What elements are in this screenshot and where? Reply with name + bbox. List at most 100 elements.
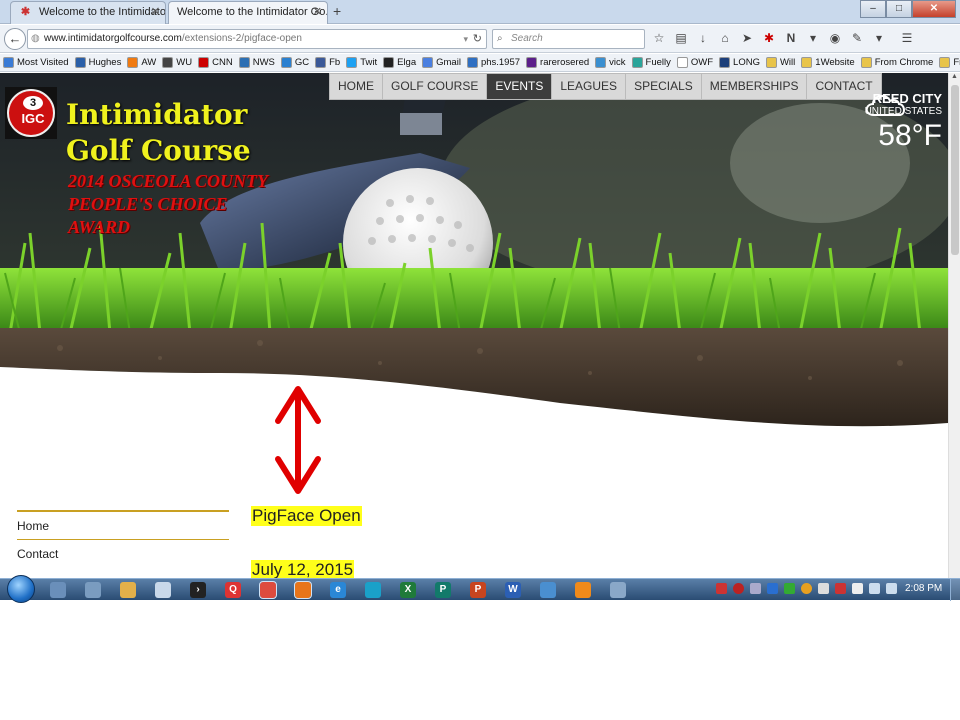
tray-icon-5[interactable] bbox=[784, 583, 795, 594]
download-icon[interactable]: ↓ bbox=[696, 31, 710, 45]
bookmark-item[interactable]: Hughes bbox=[74, 57, 121, 68]
taskbar-clock[interactable]: 2:08 PM bbox=[905, 583, 942, 594]
red-double-arrow-icon bbox=[275, 386, 321, 494]
notes-icon[interactable]: N bbox=[784, 31, 798, 45]
publisher-icon[interactable]: P bbox=[435, 582, 451, 598]
app-icon-2[interactable] bbox=[85, 582, 101, 598]
home-icon[interactable]: ⌂ bbox=[718, 31, 732, 45]
firefox-icon[interactable] bbox=[294, 581, 312, 599]
scroll-up-icon[interactable]: ▲ bbox=[951, 73, 958, 80]
close-window-button[interactable]: ✕ bbox=[912, 0, 956, 18]
bookmark-item[interactable]: 1Website bbox=[801, 57, 855, 68]
bookmark-item[interactable]: Twit bbox=[346, 57, 377, 68]
star-icon[interactable]: ☆ bbox=[652, 31, 666, 45]
nav-home[interactable]: HOME bbox=[330, 74, 383, 99]
bookmark-item[interactable]: Most Visited bbox=[3, 57, 69, 68]
bookmark-item[interactable]: Will bbox=[765, 57, 795, 68]
nav-golf-course[interactable]: GOLF COURSE bbox=[383, 74, 488, 99]
sidebar-item-contact[interactable]: Contact bbox=[17, 540, 229, 567]
bookmark-label: OWF bbox=[690, 57, 714, 68]
maximize-button[interactable]: □ bbox=[886, 0, 912, 18]
bookmark-item[interactable]: vick bbox=[595, 57, 626, 68]
search-input[interactable]: ⌕ Search bbox=[492, 29, 645, 49]
new-tab-button[interactable]: + bbox=[333, 3, 341, 19]
back-button[interactable]: ← bbox=[4, 28, 26, 50]
nav-leagues[interactable]: LEAGUES bbox=[552, 74, 627, 99]
app-icon-orange[interactable] bbox=[575, 582, 591, 598]
app-icon-teal[interactable] bbox=[365, 582, 381, 598]
tray-icon-2[interactable] bbox=[733, 583, 744, 594]
address-bar[interactable]: ◍ www.intimidatorgolfcourse.com/extensio… bbox=[27, 29, 487, 49]
terminal-icon[interactable]: › bbox=[190, 582, 206, 598]
tray-icon-8[interactable] bbox=[835, 583, 846, 594]
bookmark-item[interactable]: OWF bbox=[676, 57, 714, 68]
show-desktop-button[interactable] bbox=[950, 579, 960, 601]
minimize-button[interactable]: – bbox=[860, 0, 886, 18]
reload-icon[interactable]: ↻ bbox=[473, 30, 482, 48]
close-tab-icon[interactable]: ✕ bbox=[313, 5, 322, 18]
chrome-icon[interactable] bbox=[259, 581, 277, 599]
folder-icon[interactable] bbox=[120, 582, 136, 598]
nav-events[interactable]: EVENTS bbox=[487, 74, 553, 99]
chevron-down-icon[interactable]: ▾ bbox=[872, 31, 886, 45]
bookmark-item[interactable]: AW bbox=[127, 57, 156, 68]
bookmark-item[interactable]: rarerosered bbox=[526, 57, 589, 68]
site-logo[interactable]: 3 IGC bbox=[5, 87, 57, 139]
network-icon[interactable] bbox=[869, 583, 880, 594]
flag-icon[interactable] bbox=[852, 583, 863, 594]
app-icon-1[interactable] bbox=[50, 582, 66, 598]
bookmark-item[interactable]: WU bbox=[162, 57, 192, 68]
bookmark-item[interactable]: From Chrome bbox=[860, 57, 933, 68]
bookmark-item[interactable]: GC bbox=[280, 57, 310, 68]
browser-tab-2[interactable]: Welcome to the Intimidator Go... ✕ bbox=[168, 1, 328, 24]
powerpoint-icon[interactable]: P bbox=[470, 582, 486, 598]
chat-icon[interactable]: ◉ bbox=[828, 31, 842, 45]
bookmark-label: GC bbox=[294, 57, 310, 68]
app-icon-people[interactable] bbox=[540, 582, 556, 598]
bookmark-favicon-icon bbox=[280, 57, 292, 68]
page-scrollbar[interactable]: ▲ bbox=[948, 73, 960, 578]
chevron-down-icon[interactable]: ▾ bbox=[806, 31, 820, 45]
bookmark-item[interactable]: phs.1957 bbox=[466, 57, 520, 68]
close-tab-icon[interactable]: ✕ bbox=[151, 5, 160, 18]
site-title[interactable]: Intimidator Golf Course bbox=[66, 97, 251, 169]
bluetooth-icon[interactable] bbox=[767, 583, 778, 594]
ie-icon[interactable]: e bbox=[330, 582, 346, 598]
send-icon[interactable]: ➤ bbox=[740, 31, 754, 45]
browser-tab-1[interactable]: ✱ Welcome to the Intimidato... ✕ bbox=[10, 1, 166, 24]
tray-icon-7[interactable] bbox=[818, 583, 829, 594]
bookmark-item[interactable]: From IE bbox=[939, 57, 960, 68]
bookmark-item[interactable]: Fuelly bbox=[631, 57, 671, 68]
app-icon-cloud[interactable] bbox=[610, 582, 626, 598]
notepad-icon[interactable] bbox=[155, 582, 171, 598]
tray-icon-3[interactable] bbox=[750, 583, 761, 594]
bookmark-item[interactable]: Fb bbox=[315, 57, 340, 68]
bookmark-favicon-icon bbox=[315, 57, 327, 68]
start-button[interactable] bbox=[7, 575, 35, 603]
url-dropdown-icon[interactable]: ▾ bbox=[463, 30, 468, 48]
bookmark-item[interactable]: Elga bbox=[383, 57, 416, 68]
nav-specials[interactable]: SPECIALS bbox=[626, 74, 702, 99]
search-placeholder: Search bbox=[511, 33, 543, 44]
site-title-line-2: Golf Course bbox=[66, 134, 251, 167]
sidebar-item-home[interactable]: Home bbox=[17, 512, 229, 540]
volume-icon[interactable] bbox=[886, 583, 897, 594]
browser-titlebar: ✱ Welcome to the Intimidato... ✕ Welcome… bbox=[0, 0, 960, 24]
bookmark-item[interactable]: CNN bbox=[198, 57, 233, 68]
scroll-thumb[interactable] bbox=[951, 85, 959, 255]
url-host: www.intimidatorgolfcourse.com bbox=[44, 33, 182, 44]
bookmark-item[interactable]: NWS bbox=[238, 57, 275, 68]
reading-list-icon[interactable]: ▤ bbox=[674, 31, 688, 45]
puzzle-addon-icon[interactable]: ✎ bbox=[850, 31, 864, 45]
app-icon-red[interactable]: Q bbox=[225, 582, 241, 598]
word-icon[interactable]: W bbox=[505, 582, 521, 598]
bookmark-favicon-icon bbox=[383, 57, 395, 68]
tray-icon-6[interactable] bbox=[801, 583, 812, 594]
bookmark-item[interactable]: Gmail bbox=[422, 57, 461, 68]
bookmark-item[interactable]: LONG bbox=[719, 57, 760, 68]
nav-memberships[interactable]: MEMBERSHIPS bbox=[702, 74, 808, 99]
menu-icon[interactable]: ☰ bbox=[900, 31, 914, 45]
excel-icon[interactable]: X bbox=[400, 582, 416, 598]
tray-icon-1[interactable] bbox=[716, 583, 727, 594]
addon-icon[interactable]: ✱ bbox=[762, 31, 776, 45]
